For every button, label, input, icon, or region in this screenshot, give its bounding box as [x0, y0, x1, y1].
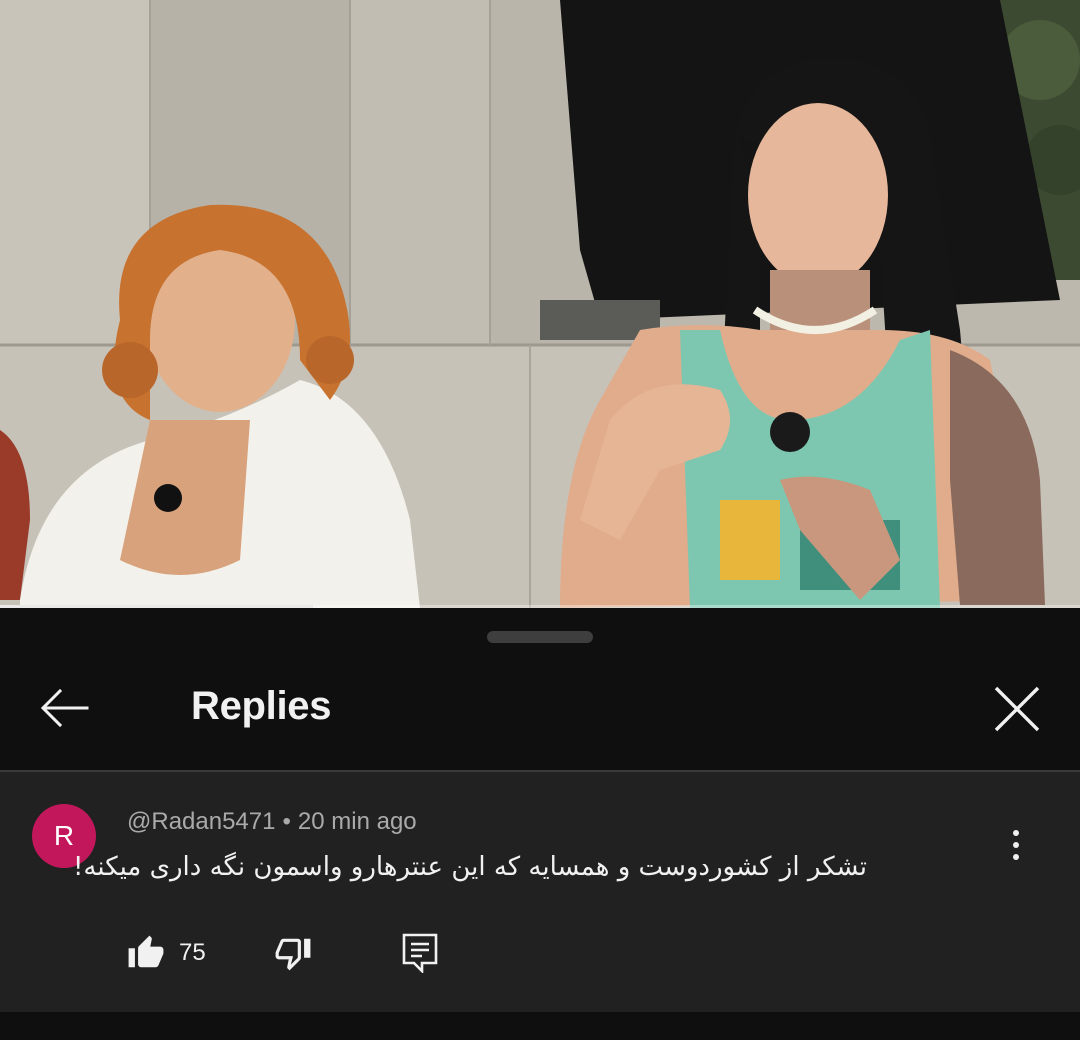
more-vert-icon: [1013, 830, 1019, 836]
more-vert-icon-dot: [1013, 854, 1019, 860]
video-player[interactable]: [0, 0, 1080, 608]
sheet-title: Replies: [191, 684, 332, 728]
avatar-letter: R: [53, 820, 75, 851]
video-progress-bar[interactable]: [0, 605, 1080, 608]
comment-author[interactable]: @Radan5471: [127, 808, 275, 835]
thumbs-up-icon: [128, 935, 164, 968]
like-count: 75: [179, 939, 206, 966]
dislike-button[interactable]: [274, 934, 312, 972]
video-frame: [0, 0, 1080, 608]
comment-actions: 75: [127, 926, 438, 980]
video-progress-fill: [0, 605, 314, 608]
back-button[interactable]: [30, 676, 100, 740]
comment-time: 20 min ago: [297, 808, 417, 835]
comment-text: تشکر از کشوردوست و همسایه که این عنترهار…: [73, 852, 867, 882]
reply-button[interactable]: [402, 933, 438, 973]
close-button[interactable]: [984, 676, 1050, 742]
like-button[interactable]: 75: [127, 934, 206, 972]
comment-item: R @Radan5471 • 20 min ago تشکر از کشوردوست…: [0, 772, 1080, 1012]
more-vert-icon-dot: [1013, 842, 1019, 848]
comment-meta: @Radan5471 • 20 min ago: [127, 808, 417, 836]
meta-separator: •: [282, 808, 291, 835]
drag-handle[interactable]: [487, 631, 593, 643]
close-icon: [994, 686, 1040, 732]
arrow-left-icon: [40, 688, 89, 728]
bottom-strip: [0, 1012, 1080, 1040]
reply-comment-icon: [402, 933, 438, 973]
more-options-button[interactable]: [996, 812, 1036, 878]
thumbs-down-icon: [275, 938, 311, 971]
replies-sheet: Replies R @Radan5471 • 20 min ago تشکر از …: [0, 610, 1080, 1040]
sheet-header: Replies: [0, 654, 1080, 770]
